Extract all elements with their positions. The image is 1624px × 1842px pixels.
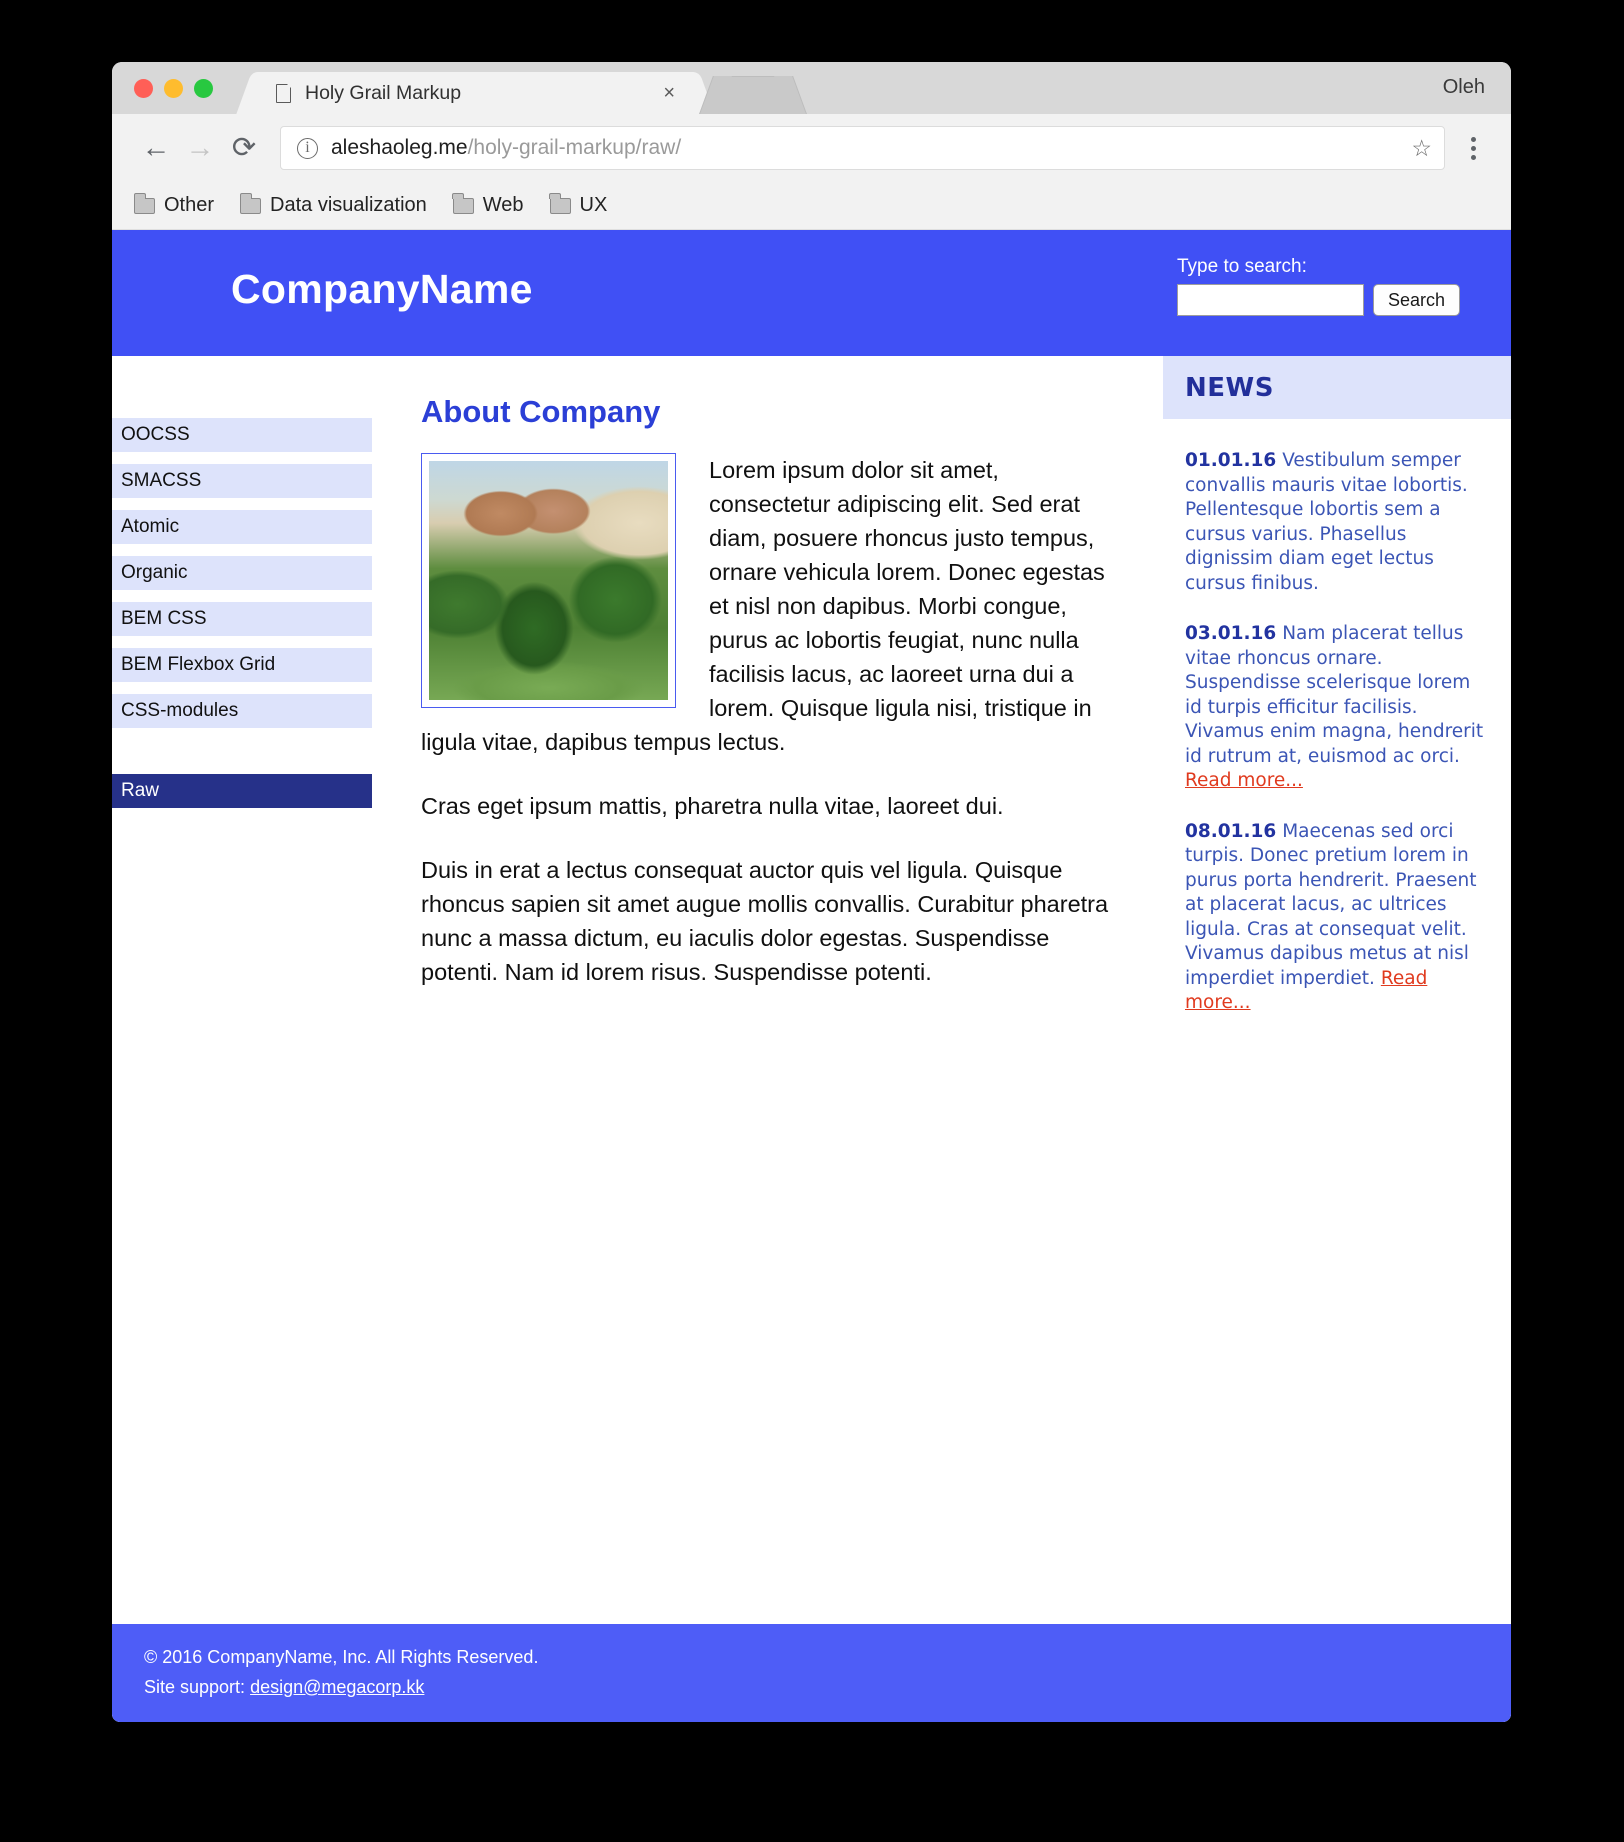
sidebar-item-css-modules[interactable]: CSS-modules	[112, 694, 372, 728]
bookmarks-bar: Other Data visualization Web UX	[112, 182, 1511, 230]
news-title: NEWS	[1185, 372, 1274, 403]
bookmark-folder-other[interactable]: Other	[133, 193, 215, 217]
window-controls	[134, 79, 213, 98]
search-input[interactable]	[1177, 284, 1364, 316]
site-body: OOCSS SMACSS Atomic Organic BEM CSS BEM …	[112, 356, 1511, 1624]
site-footer: © 2016 CompanyName, Inc. All Rights Rese…	[112, 1624, 1511, 1722]
news-text: Maecenas sed orci turpis. Donec pretium …	[1185, 820, 1477, 989]
url-text: aleshaoleg.me/holy-grail-markup/raw/	[331, 136, 1411, 160]
search-block: Type to search: Search	[1177, 256, 1477, 316]
bookmark-label: Data visualization	[270, 194, 427, 216]
bookmark-label: Other	[164, 194, 215, 216]
sidebar-item-atomic[interactable]: Atomic	[112, 510, 372, 544]
news-date: 08.01.16	[1185, 820, 1277, 842]
tab-strip: Holy Grail Markup × Oleh	[112, 62, 1511, 114]
footer-copyright: © 2016 CompanyName, Inc. All Rights Rese…	[144, 1647, 539, 1667]
address-bar[interactable]: aleshaoleg.me/holy-grail-markup/raw/ ☆	[280, 126, 1445, 170]
close-window-button[interactable]	[134, 79, 153, 98]
news-header: NEWS	[1163, 356, 1511, 419]
footer-support-prefix: Site support:	[144, 1677, 251, 1697]
article-paragraph: Duis in erat a lectus consequat auctor q…	[421, 857, 1109, 985]
browser-tab-active[interactable]: Holy Grail Markup ×	[258, 72, 693, 114]
news-item: 08.01.16 Maecenas sed orci turpis. Donec…	[1185, 820, 1487, 1016]
main-article: About Company Lorem ipsum dolor sit amet…	[372, 356, 1163, 1624]
news-date: 03.01.16	[1185, 623, 1277, 644]
profile-name[interactable]: Oleh	[1443, 76, 1485, 99]
news-sidebar: NEWS 01.01.16 Vestibulum semper convalli…	[1163, 356, 1511, 1624]
news-date: 01.01.16	[1185, 450, 1277, 471]
article-photo	[429, 461, 668, 700]
folder-icon	[239, 193, 262, 214]
folder-icon	[549, 193, 571, 214]
news-text: Nam placerat tellus vitae rhoncus ornare…	[1185, 623, 1484, 767]
read-more-link[interactable]: Read more...	[1185, 770, 1303, 791]
article-figure	[421, 453, 676, 708]
bookmark-folder-data-visualization[interactable]: Data visualization	[239, 193, 427, 217]
url-path: /holy-grail-markup/raw/	[467, 136, 682, 159]
footer-email-link[interactable]: design@megacorp.kk	[250, 1677, 424, 1697]
article-intro: Lorem ipsum dolor sit amet, consectetur …	[421, 453, 1125, 759]
maximize-window-button[interactable]	[194, 79, 213, 98]
bookmark-star-icon[interactable]: ☆	[1411, 135, 1432, 162]
tab-title: Holy Grail Markup	[305, 81, 462, 104]
page-title: About Company	[421, 394, 661, 429]
bookmark-label: UX	[579, 194, 608, 216]
folder-icon	[133, 193, 155, 214]
news-item: 01.01.16 Vestibulum semper convallis mau…	[1185, 449, 1487, 596]
browser-toolbar: ← → ⟳ aleshaoleg.me/holy-grail-markup/ra…	[112, 114, 1511, 182]
close-icon[interactable]: ×	[659, 81, 679, 105]
folder-icon	[452, 193, 474, 214]
minimize-window-button[interactable]	[164, 79, 183, 98]
search-label: Type to search:	[1177, 256, 1307, 277]
browser-window: Holy Grail Markup × Oleh ← → ⟳ aleshaole…	[112, 62, 1511, 1722]
sidebar-item-raw[interactable]: Raw	[112, 774, 372, 808]
url-domain: aleshaoleg.me	[331, 136, 468, 159]
sidebar-item-smacss[interactable]: SMACSS	[112, 464, 372, 498]
article-paragraph: Cras eget ipsum mattis, pharetra nulla v…	[421, 793, 1004, 819]
back-icon[interactable]: ←	[134, 126, 178, 170]
site-logo-title: CompanyName	[231, 266, 533, 312]
browser-menu-icon[interactable]	[1453, 136, 1493, 160]
search-button[interactable]: Search	[1373, 284, 1461, 316]
sidebar-nav: OOCSS SMACSS Atomic Organic BEM CSS BEM …	[112, 356, 372, 1624]
bookmark-folder-ux[interactable]: UX	[549, 193, 608, 217]
info-icon[interactable]	[297, 137, 318, 159]
browser-tab-inactive[interactable]	[717, 76, 789, 114]
bookmark-folder-web[interactable]: Web	[452, 193, 524, 217]
footer-support: Site support: design@megacorp.kk	[128, 1672, 1511, 1702]
web-page: CompanyName Type to search: Search OOCSS…	[112, 230, 1511, 1722]
news-item: 03.01.16 Nam placerat tellus vitae rhonc…	[1185, 622, 1487, 794]
news-text: Vestibulum semper convallis mauris vitae…	[1185, 450, 1468, 594]
sidebar-item-bem-css[interactable]: BEM CSS	[112, 602, 372, 636]
sidebar-item-oocss[interactable]: OOCSS	[112, 418, 372, 452]
forward-icon[interactable]: →	[178, 126, 222, 170]
sidebar-item-bem-flexbox-grid[interactable]: BEM Flexbox Grid	[112, 648, 372, 682]
document-icon	[276, 82, 292, 103]
bookmark-label: Web	[482, 194, 524, 216]
news-list: 01.01.16 Vestibulum semper convallis mau…	[1163, 419, 1511, 1016]
search-row: Search	[1177, 284, 1477, 316]
reload-icon[interactable]: ⟳	[222, 126, 266, 170]
sidebar-item-organic[interactable]: Organic	[112, 556, 372, 590]
site-header: CompanyName Type to search: Search	[112, 230, 1511, 356]
